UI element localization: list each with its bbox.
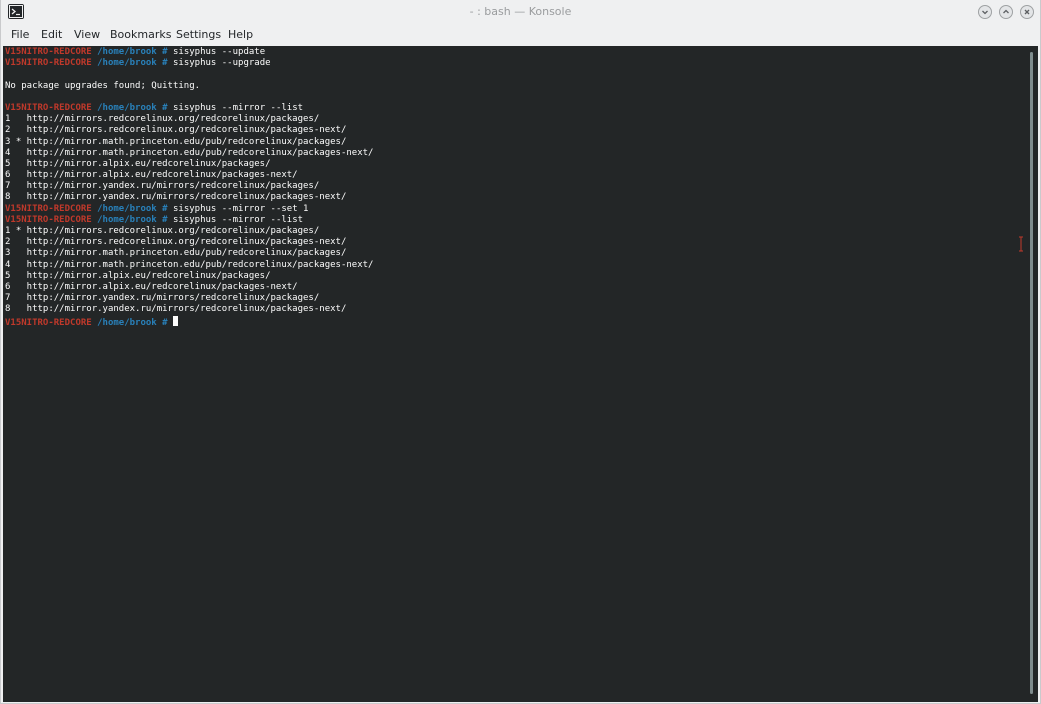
output-text: 5 http://mirror.alpix.eu/redcorelinux/pa… — [5, 270, 271, 281]
title-bar[interactable]: - : bash — Konsole — [1, 0, 1040, 24]
prompt-host: V15NITRO-REDCORE — [5, 58, 92, 69]
menu-bar: File Edit View Bookmarks Settings Help — [1, 25, 1040, 45]
output-line: 2 http://mirrors.redcorelinux.org/redcor… — [5, 125, 373, 136]
output-text: 8 http://mirror.yandex.ru/mirrors/redcor… — [5, 192, 347, 203]
prompt-symbol: # — [162, 47, 168, 57]
output-line: 1 * http://mirrors.redcorelinux.org/redc… — [5, 226, 373, 237]
output-line: 3 http://mirror.math.princeton.edu/pub/r… — [5, 248, 373, 259]
prompt-host: V15NITRO-REDCORE — [5, 203, 92, 214]
menu-file[interactable]: File — [11, 28, 29, 41]
text-cursor-icon — [1019, 236, 1023, 252]
prompt-line: V15NITRO-REDCORE /home/brook # sisyphus … — [5, 215, 373, 226]
prompt-line: V15NITRO-REDCORE /home/brook # sisyphus … — [5, 204, 373, 215]
output-text: 3 http://mirror.math.princeton.edu/pub/r… — [5, 248, 347, 259]
prompt-host: V15NITRO-REDCORE — [5, 214, 92, 225]
prompt-line: V15NITRO-REDCORE /home/brook # — [5, 315, 373, 328]
output-line: 5 http://mirror.alpix.eu/redcorelinux/pa… — [5, 271, 373, 282]
output-text: 4 http://mirror.math.princeton.edu/pub/r… — [5, 147, 374, 158]
output-text: 1 http://mirrors.redcorelinux.org/redcor… — [5, 114, 320, 125]
output-text: 3 * http://mirror.math.princeton.edu/pub… — [5, 136, 347, 147]
output-line: 3 * http://mirror.math.princeton.edu/pub… — [5, 137, 373, 148]
output-line: 7 http://mirror.yandex.ru/mirrors/redcor… — [5, 293, 373, 304]
prompt-line: V15NITRO-REDCORE /home/brook # sisyphus … — [5, 58, 373, 69]
close-button[interactable] — [1020, 5, 1034, 19]
prompt-path: /home/brook — [97, 58, 157, 69]
prompt-line: V15NITRO-REDCORE /home/brook # sisyphus … — [5, 47, 373, 58]
chevron-up-icon — [1003, 9, 1009, 14]
menu-help[interactable]: Help — [228, 28, 253, 41]
output-line: 8 http://mirror.yandex.ru/mirrors/redcor… — [5, 304, 373, 315]
scrollbar[interactable] — [1030, 52, 1033, 694]
prompt-host: V15NITRO-REDCORE — [5, 102, 92, 113]
prompt-line: V15NITRO-REDCORE /home/brook # sisyphus … — [5, 103, 373, 114]
prompt-symbol: # — [162, 58, 168, 69]
prompt-symbol: # — [162, 214, 168, 225]
output-text: 6 http://mirror.alpix.eu/redcorelinux/pa… — [5, 170, 298, 181]
prompt-path: /home/brook — [97, 214, 157, 225]
menu-bookmarks[interactable]: Bookmarks — [110, 28, 171, 41]
command-text: sisyphus --mirror --list — [173, 214, 304, 225]
prompt-symbol: # — [162, 317, 168, 328]
output-line: No package upgrades found; Quitting. — [5, 81, 373, 92]
prompt-host: V15NITRO-REDCORE — [5, 47, 92, 57]
output-text: 1 * http://mirrors.redcorelinux.org/redc… — [5, 226, 320, 236]
output-line: 5 http://mirror.alpix.eu/redcorelinux/pa… — [5, 159, 373, 170]
terminal-output: V15NITRO-REDCORE /home/brook # sisyphus … — [5, 47, 373, 328]
output-text: 7 http://mirror.yandex.ru/mirrors/redcor… — [5, 293, 320, 304]
prompt-path: /home/brook — [97, 203, 157, 214]
prompt-symbol: # — [162, 203, 168, 214]
output-line: 1 http://mirrors.redcorelinux.org/redcor… — [5, 114, 373, 125]
command-text: sisyphus --update — [173, 47, 266, 57]
menu-settings[interactable]: Settings — [176, 28, 221, 41]
konsole-window: - : bash — Konsole File Edit View Bookma… — [0, 0, 1041, 704]
window-title: - : bash — Konsole — [469, 5, 572, 18]
close-icon — [1024, 9, 1030, 15]
output-line: 8 http://mirror.yandex.ru/mirrors/redcor… — [5, 192, 373, 203]
output-text: 7 http://mirror.yandex.ru/mirrors/redcor… — [5, 181, 320, 192]
output-text: 8 http://mirror.yandex.ru/mirrors/redcor… — [5, 304, 347, 315]
maximize-button[interactable] — [999, 5, 1013, 19]
prompt-path: /home/brook — [97, 102, 157, 113]
output-text: 6 http://mirror.alpix.eu/redcorelinux/pa… — [5, 281, 298, 292]
command-text: sisyphus --upgrade — [173, 58, 271, 69]
output-text: 2 http://mirrors.redcorelinux.org/redcor… — [5, 125, 347, 136]
output-line: 6 http://mirror.alpix.eu/redcorelinux/pa… — [5, 282, 373, 293]
menu-edit[interactable]: Edit — [41, 28, 62, 41]
output-line: 2 http://mirrors.redcorelinux.org/redcor… — [5, 237, 373, 248]
output-text: 5 http://mirror.alpix.eu/redcorelinux/pa… — [5, 158, 271, 169]
output-text: 4 http://mirror.math.princeton.edu/pub/r… — [5, 259, 374, 270]
command-text: sisyphus --mirror --list — [173, 102, 304, 113]
prompt-host: V15NITRO-REDCORE — [5, 317, 92, 328]
prompt-symbol: # — [162, 102, 168, 113]
prompt-path: /home/brook — [97, 317, 157, 328]
minimize-button[interactable] — [978, 5, 992, 19]
command-text: sisyphus --mirror --set 1 — [173, 203, 309, 214]
output-line: 7 http://mirror.yandex.ru/mirrors/redcor… — [5, 181, 373, 192]
prompt-path: /home/brook — [97, 47, 157, 57]
terminal-area[interactable]: V15NITRO-REDCORE /home/brook # sisyphus … — [3, 46, 1038, 702]
output-line: 4 http://mirror.math.princeton.edu/pub/r… — [5, 148, 373, 159]
chevron-down-icon — [982, 10, 988, 15]
output-line: 4 http://mirror.math.princeton.edu/pub/r… — [5, 260, 373, 271]
output-text: No package upgrades found; Quitting. — [5, 80, 201, 91]
scrollbar-thumb[interactable] — [1030, 52, 1033, 694]
terminal-cursor — [173, 315, 178, 326]
output-line: 6 http://mirror.alpix.eu/redcorelinux/pa… — [5, 170, 373, 181]
output-text: 2 http://mirrors.redcorelinux.org/redcor… — [5, 237, 347, 248]
menu-view[interactable]: View — [74, 28, 100, 41]
